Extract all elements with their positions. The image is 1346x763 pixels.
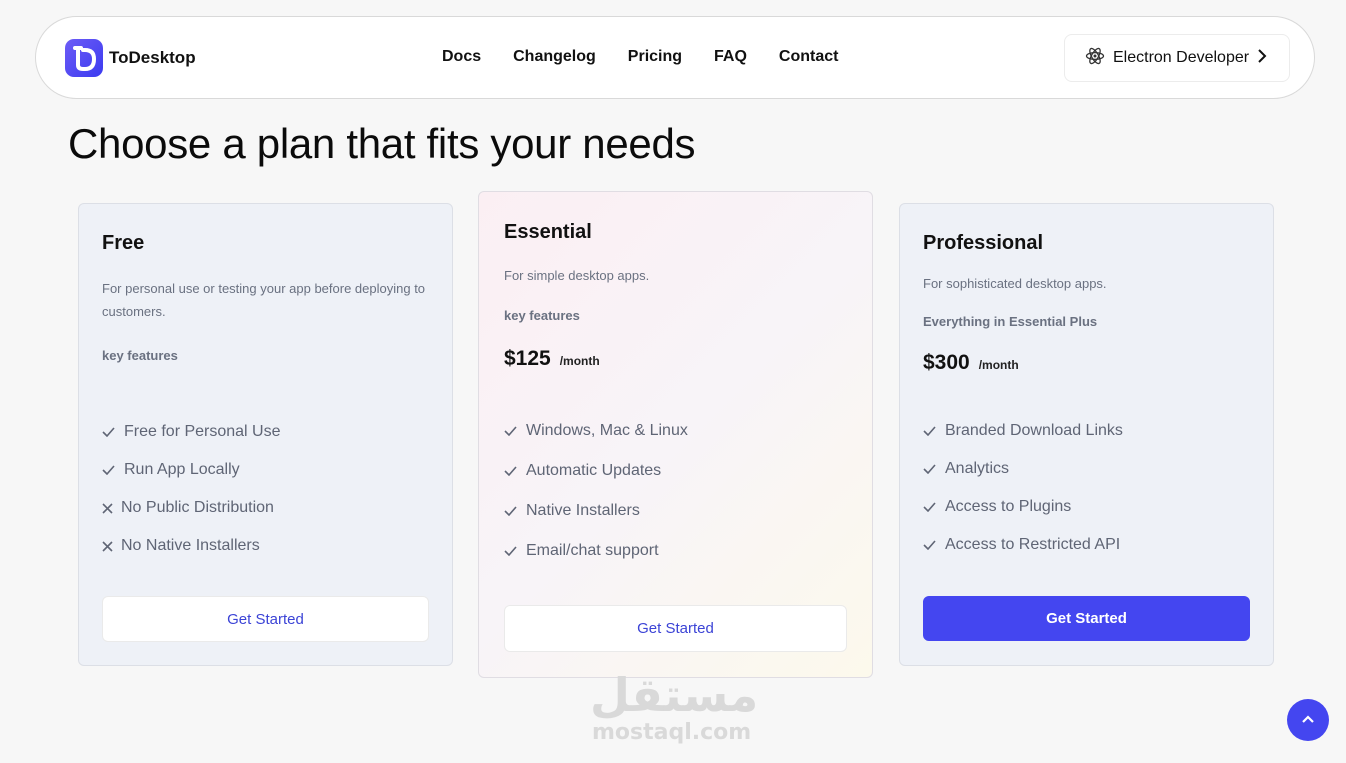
nav-pricing[interactable]: Pricing <box>628 48 682 66</box>
price-amount: $125 <box>504 347 551 370</box>
feature-text: No Native Installers <box>121 537 260 554</box>
plan-card-professional: Professional For sophisticated desktop a… <box>899 203 1274 666</box>
feature-item: Email/chat support <box>504 531 688 571</box>
feature-item: Access to Restricted API <box>923 526 1123 564</box>
price-period: /month <box>978 358 1019 372</box>
feature-item: Windows, Mac & Linux <box>504 411 688 451</box>
feature-text: Access to Plugins <box>945 498 1072 515</box>
check-icon <box>102 465 116 475</box>
plan-key-label: key features <box>102 348 178 363</box>
electron-icon <box>1085 46 1105 71</box>
plan-description: For simple desktop apps. <box>504 268 650 283</box>
feature-item: Branded Download Links <box>923 412 1123 450</box>
check-icon <box>923 426 937 436</box>
plan-name: Essential <box>504 221 592 243</box>
electron-developer-label: Electron Developer <box>1113 49 1250 66</box>
plan-card-essential: Essential For simple desktop apps. key f… <box>478 191 873 678</box>
plan-description: For sophisticated desktop apps. <box>923 276 1107 291</box>
feature-item: Access to Plugins <box>923 488 1123 526</box>
plan-key-label: Everything in Essential Plus <box>923 314 1098 329</box>
check-icon <box>504 426 518 436</box>
feature-item: No Native Installers <box>102 527 281 565</box>
check-icon <box>504 466 518 476</box>
feature-item: Run App Locally <box>102 451 281 489</box>
check-icon <box>923 540 937 550</box>
x-icon <box>102 502 114 514</box>
feature-item: Free for Personal Use <box>102 413 281 451</box>
scroll-to-top-button[interactable] <box>1287 699 1329 741</box>
feature-list: Free for Personal Use Run App Locally No… <box>102 413 281 565</box>
plan-name: Professional <box>923 232 1044 254</box>
get-started-button-professional[interactable]: Get Started <box>923 596 1250 641</box>
plan-description: For personal use or testing your app bef… <box>102 281 426 319</box>
watermark-arabic: مستقل <box>590 668 759 722</box>
check-icon <box>504 506 518 516</box>
nav-contact[interactable]: Contact <box>779 48 839 66</box>
check-icon <box>102 427 116 437</box>
chevron-up-icon <box>1301 711 1315 729</box>
feature-item: Analytics <box>923 450 1123 488</box>
electron-developer-button[interactable]: Electron Developer <box>1064 34 1290 82</box>
watermark-latin: mostaql.com <box>592 720 752 745</box>
price-period: /month <box>559 354 600 368</box>
plan-price: $125 /month <box>504 347 600 371</box>
feature-text: Free for Personal Use <box>124 423 281 440</box>
feature-text: Branded Download Links <box>945 422 1123 439</box>
feature-item: Native Installers <box>504 491 688 531</box>
page-title: Choose a plan that fits your needs <box>68 120 696 167</box>
plan-card-free: Free For personal use or testing your ap… <box>78 203 453 666</box>
feature-text: Access to Restricted API <box>945 536 1121 553</box>
feature-text: Run App Locally <box>124 461 240 478</box>
feature-text: Windows, Mac & Linux <box>526 422 688 439</box>
feature-text: Analytics <box>945 460 1010 477</box>
main-nav: Docs Changelog Pricing FAQ Contact <box>442 48 870 66</box>
todesktop-logo-icon <box>65 39 103 77</box>
check-icon <box>504 546 518 556</box>
feature-text: Native Installers <box>526 502 640 519</box>
nav-changelog[interactable]: Changelog <box>513 48 596 66</box>
plan-key-label: key features <box>504 308 580 323</box>
feature-list: Branded Download Links Analytics Access … <box>923 412 1123 564</box>
feature-item: Automatic Updates <box>504 451 688 491</box>
logo-text: ToDesktop <box>109 48 196 67</box>
get-started-button-essential[interactable]: Get Started <box>504 605 847 652</box>
feature-item: No Public Distribution <box>102 489 281 527</box>
top-navbar: ToDesktop Docs Changelog Pricing FAQ Con… <box>35 16 1315 99</box>
plan-price: $300 /month <box>923 351 1019 375</box>
logo[interactable]: ToDesktop <box>65 39 196 77</box>
nav-faq[interactable]: FAQ <box>714 48 747 66</box>
feature-text: Email/chat support <box>526 542 659 559</box>
check-icon <box>923 464 937 474</box>
feature-list: Windows, Mac & Linux Automatic Updates N… <box>504 411 688 571</box>
plan-name: Free <box>102 232 145 254</box>
check-icon <box>923 502 937 512</box>
chevron-right-icon <box>1257 48 1267 68</box>
feature-text: No Public Distribution <box>121 499 274 516</box>
x-icon <box>102 540 114 552</box>
nav-docs[interactable]: Docs <box>442 48 481 66</box>
feature-text: Automatic Updates <box>526 462 662 479</box>
get-started-button-free[interactable]: Get Started <box>102 596 429 642</box>
price-amount: $300 <box>923 351 970 374</box>
